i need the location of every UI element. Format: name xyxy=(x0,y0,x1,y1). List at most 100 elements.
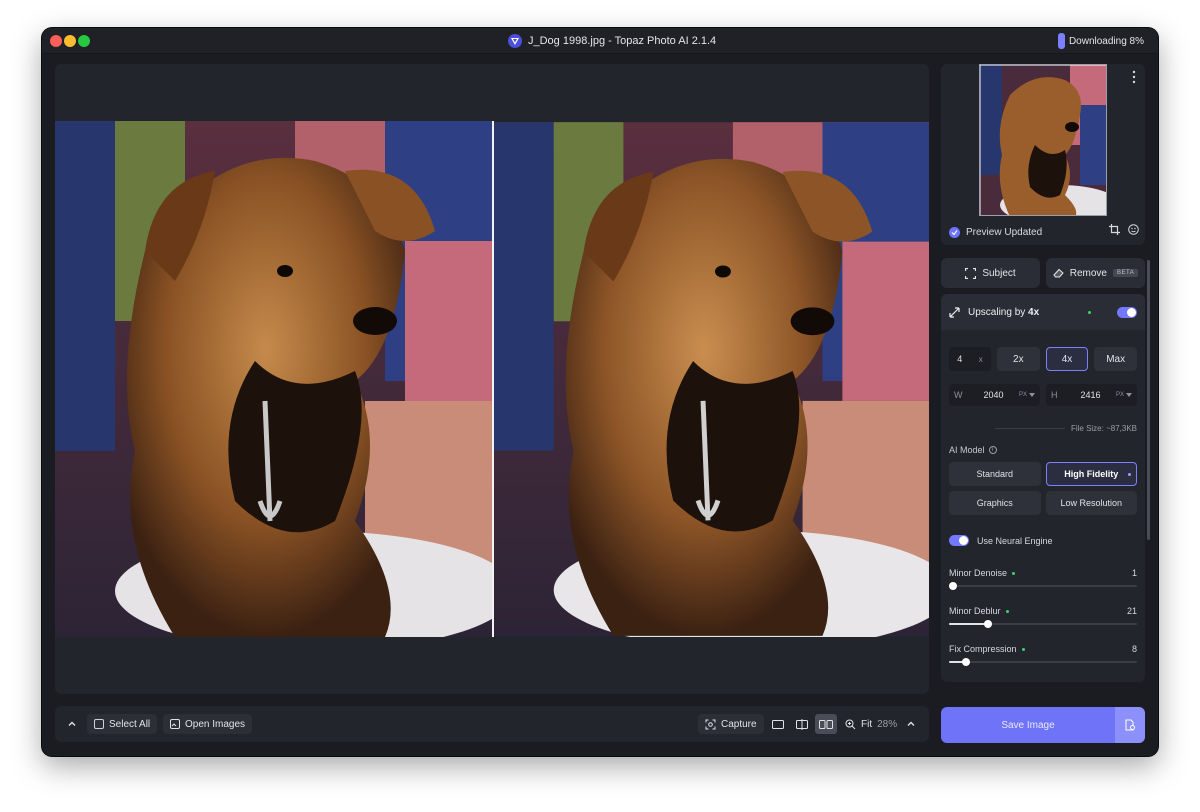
slider-handle[interactable] xyxy=(984,620,993,628)
width-value: 2040 xyxy=(983,390,1004,400)
scale-option-2x[interactable]: 2x xyxy=(997,347,1040,371)
model-graphics[interactable]: Graphics xyxy=(949,491,1041,515)
model-standard[interactable]: Standard xyxy=(949,462,1041,486)
height-label: H xyxy=(1051,390,1058,400)
scale-options-row: 4 x 2x 4x Max xyxy=(949,347,1138,371)
slider-value: 8 xyxy=(1131,644,1137,654)
face-icon[interactable] xyxy=(1128,224,1139,235)
single-view-icon xyxy=(772,719,784,729)
download-progress-icon xyxy=(1057,33,1065,49)
height-unit: PX xyxy=(1115,392,1124,398)
panel-scrollbar[interactable] xyxy=(1147,260,1150,540)
fix-compression-slider[interactable]: Fix Compression 8 xyxy=(949,644,1137,674)
upscaling-title-prefix: Upscaling by xyxy=(968,306,1029,318)
upscaling-panel: Upscaling by 4x 4 x 2x 4x Max W 2040 PX … xyxy=(941,294,1145,682)
slider-track[interactable] xyxy=(948,582,1137,590)
slider-label: Fix Compression xyxy=(949,644,1017,654)
scale-option-max[interactable]: Max xyxy=(1094,347,1138,371)
upscaling-title-value: 4x xyxy=(1028,306,1040,318)
select-all-button[interactable]: Select All xyxy=(87,714,158,734)
slider-handle[interactable] xyxy=(948,582,957,590)
maximize-window-button[interactable] xyxy=(78,35,90,47)
close-window-button[interactable] xyxy=(50,35,62,47)
ai-model-heading: AI Model i xyxy=(949,445,997,455)
crop-icon[interactable] xyxy=(1109,224,1120,235)
open-images-label: Open Images xyxy=(185,718,246,730)
scale-unit: x xyxy=(978,354,983,364)
minimize-window-button[interactable] xyxy=(64,35,76,47)
info-icon[interactable]: i xyxy=(988,446,997,454)
selected-indicator-dot xyxy=(1128,473,1131,476)
window-title-group: J_Dog 1998.jpg - Topaz Photo AI 2.1.4 xyxy=(508,32,716,50)
neural-engine-label: Use Neural Engine xyxy=(977,535,1053,546)
expand-filmstrip-button[interactable] xyxy=(61,714,83,734)
scale-value: 4 xyxy=(957,354,963,364)
selection-tools-row: Subject Remove BETA xyxy=(941,258,1145,288)
active-indicator-dot xyxy=(1012,571,1016,575)
save-image-button[interactable]: Save Image xyxy=(941,707,1115,743)
eraser-icon xyxy=(1053,268,1064,278)
preview-image-pane[interactable] xyxy=(494,121,929,637)
navigator-card: Preview Updated xyxy=(941,64,1145,245)
minor-deblur-slider[interactable]: Minor Deblur 21 xyxy=(949,606,1137,636)
app-window: J_Dog 1998.jpg - Topaz Photo AI 2.1.4 Do… xyxy=(42,28,1158,756)
slider-label: Minor Deblur xyxy=(949,606,1001,616)
slider-track[interactable] xyxy=(949,620,1137,628)
download-status[interactable]: Downloading 8% xyxy=(1057,32,1144,50)
upscaling-toggle[interactable] xyxy=(1117,306,1137,318)
chevron-up-icon xyxy=(907,721,915,726)
remove-button[interactable]: Remove BETA xyxy=(1046,258,1145,288)
title-bar: J_Dog 1998.jpg - Topaz Photo AI 2.1.4 Do… xyxy=(42,28,1158,54)
download-status-text: Downloading 8% xyxy=(1068,35,1144,47)
slider-track[interactable] xyxy=(949,658,1137,666)
navigator-thumbnail[interactable] xyxy=(979,64,1107,216)
checkbox-icon xyxy=(94,719,104,729)
slider-label: Minor Denoise xyxy=(949,568,1008,578)
scale-option-4x[interactable]: 4x xyxy=(1045,347,1089,371)
capture-button[interactable]: Capture xyxy=(698,714,764,734)
upscaling-header[interactable]: Upscaling by 4x xyxy=(941,294,1145,330)
export-settings-icon xyxy=(1125,719,1135,731)
window-title: J_Dog 1998.jpg - Topaz Photo AI 2.1.4 xyxy=(528,35,717,47)
scale-input[interactable]: 4 x xyxy=(949,347,991,371)
zoom-control[interactable]: Fit 28% xyxy=(845,714,916,734)
active-indicator-dot xyxy=(1005,609,1009,613)
active-indicator-dot xyxy=(1021,647,1025,651)
model-high-fidelity[interactable]: High Fidelity xyxy=(1045,462,1137,486)
open-images-button[interactable]: Open Images xyxy=(163,714,253,734)
upscale-arrows-icon xyxy=(949,306,960,318)
image-canvas[interactable] xyxy=(55,64,929,694)
select-subject-icon xyxy=(965,267,977,279)
width-unit: PX xyxy=(1018,392,1027,398)
check-circle-icon xyxy=(949,226,960,238)
preview-actions xyxy=(1109,224,1139,235)
preview-status-text: Preview Updated xyxy=(966,226,1043,238)
ai-model-label: AI Model xyxy=(949,445,985,455)
slider-fill xyxy=(949,623,989,625)
height-field[interactable]: H 2416 PX xyxy=(1046,384,1137,406)
beta-badge: BETA xyxy=(1113,269,1139,277)
zoom-icon xyxy=(845,719,856,729)
model-low-resolution[interactable]: Low Resolution xyxy=(1045,491,1137,515)
chevron-down-icon xyxy=(1126,393,1132,397)
split-view-button[interactable] xyxy=(791,714,813,734)
file-size-row: File Size: ~87,3KB xyxy=(949,422,1137,434)
capture-icon xyxy=(705,719,716,729)
dog-photo-preview xyxy=(494,122,929,637)
width-field[interactable]: W 2040 PX xyxy=(949,384,1040,406)
slider-handle[interactable] xyxy=(961,658,970,666)
dimensions-row: W 2040 PX H 2416 PX xyxy=(949,384,1137,406)
side-by-side-view-button[interactable] xyxy=(815,714,837,734)
single-view-button[interactable] xyxy=(767,714,789,734)
minor-denoise-slider[interactable]: Minor Denoise 1 xyxy=(948,568,1137,598)
dog-thumbnail xyxy=(980,65,1106,215)
file-size-divider xyxy=(995,427,1065,429)
slider-value: 21 xyxy=(1126,606,1137,616)
zoom-value: 28% xyxy=(877,718,898,730)
subject-button[interactable]: Subject xyxy=(941,258,1040,288)
fit-label: Fit xyxy=(861,718,873,730)
more-options-icon[interactable] xyxy=(1131,70,1137,84)
neural-engine-toggle[interactable] xyxy=(949,535,969,546)
original-image-pane[interactable] xyxy=(55,121,492,637)
export-settings-button[interactable] xyxy=(1115,707,1145,743)
